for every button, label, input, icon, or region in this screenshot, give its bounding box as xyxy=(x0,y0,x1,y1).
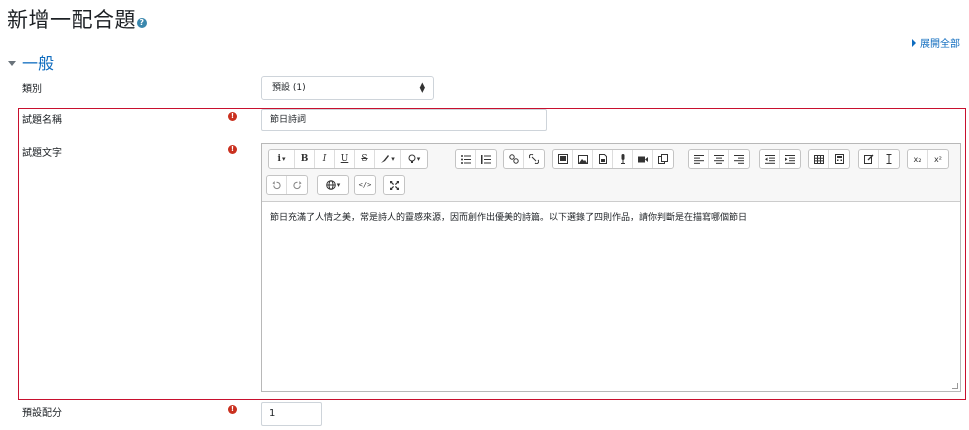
unlink-icon[interactable] xyxy=(524,150,544,168)
section-toggle-general[interactable]: 一般 xyxy=(8,50,54,74)
strikethrough-icon[interactable]: S xyxy=(355,150,375,168)
toolbar-group-indent xyxy=(759,149,801,169)
expand-all-link[interactable]: 展開全部 xyxy=(912,35,960,50)
required-icon: ! xyxy=(228,112,237,121)
question-name-label: 試題名稱 xyxy=(22,115,62,126)
subscript-icon[interactable]: x₂ xyxy=(908,150,928,168)
required-icon: ! xyxy=(228,405,237,414)
language-icon[interactable]: ▾ xyxy=(318,176,348,194)
toolbar-group-script: x₂ x² xyxy=(907,149,949,169)
link-icon[interactable] xyxy=(504,150,524,168)
info-icon[interactable]: i ▾ xyxy=(269,150,295,168)
toolbar-group-language: ▾ xyxy=(317,175,349,195)
toolbar-group-lists xyxy=(455,149,497,169)
record-audio-icon[interactable] xyxy=(613,150,633,168)
file-icon[interactable] xyxy=(593,150,613,168)
required-icon: ! xyxy=(228,145,237,154)
align-center-icon[interactable] xyxy=(709,150,729,168)
question-name-input[interactable]: 節日詩詞 xyxy=(261,109,547,131)
page-title: 新增一配合題? xyxy=(7,4,147,34)
toolbar-group-media xyxy=(552,149,674,169)
italic-icon[interactable]: I xyxy=(315,150,335,168)
select-arrows-icon: ▲ ▼ xyxy=(419,81,425,94)
undo-icon[interactable] xyxy=(267,176,287,194)
calculator-icon[interactable] xyxy=(829,150,849,168)
outdent-icon[interactable] xyxy=(760,150,780,168)
table-icon[interactable] xyxy=(809,150,829,168)
caret-right-icon xyxy=(912,39,916,47)
toolbar-group-misc xyxy=(858,149,900,169)
superscript-icon[interactable]: x² xyxy=(928,150,948,168)
underline-icon[interactable]: U xyxy=(335,150,355,168)
align-left-icon[interactable] xyxy=(689,150,709,168)
resize-handle[interactable] xyxy=(952,383,958,389)
html-icon[interactable]: </> xyxy=(355,176,375,194)
default-mark-label: 預設配分 xyxy=(22,408,62,419)
help-icon[interactable]: ? xyxy=(137,18,147,28)
toolbar-group-style: i ▾ B I U S ▾ ▾ xyxy=(268,149,428,169)
media-manager-icon[interactable] xyxy=(553,150,573,168)
ordered-list-icon[interactable] xyxy=(476,150,496,168)
default-mark-input[interactable]: 1 xyxy=(261,402,322,426)
toolbar-group-history xyxy=(266,175,308,195)
highlight-icon[interactable]: ▾ xyxy=(401,150,427,168)
toolbar-group-align xyxy=(688,149,750,169)
record-video-icon[interactable] xyxy=(633,150,653,168)
bold-icon[interactable]: B xyxy=(295,150,315,168)
redo-icon[interactable] xyxy=(287,176,307,194)
image-icon[interactable] xyxy=(573,150,593,168)
editor-toolbar: i ▾ B I U S ▾ ▾ x₂ x² ▾ </> xyxy=(262,144,960,202)
question-text-editor: i ▾ B I U S ▾ ▾ x₂ x² ▾ </> 節日充滿了人情之美，常是… xyxy=(261,143,961,392)
text-color-icon[interactable]: ▾ xyxy=(375,150,401,168)
unordered-list-icon[interactable] xyxy=(456,150,476,168)
toolbar-group-html: </> xyxy=(354,175,376,195)
clear-format-icon[interactable] xyxy=(859,150,879,168)
manage-files-icon[interactable] xyxy=(653,150,673,168)
category-label: 類別 xyxy=(22,84,42,95)
editor-content[interactable]: 節日充滿了人情之美，常是詩人的靈感來源，因而創作出優美的詩篇。以下選錄了四則作品… xyxy=(262,202,960,391)
chevron-down-icon xyxy=(8,61,16,66)
question-text-label: 試題文字 xyxy=(22,148,62,159)
indent-icon[interactable] xyxy=(780,150,800,168)
align-right-icon[interactable] xyxy=(729,150,749,168)
toolbar-group-insert xyxy=(808,149,850,169)
category-select[interactable]: 預設 (1) ▲ ▼ xyxy=(261,76,434,100)
character-icon[interactable] xyxy=(879,150,899,168)
toolbar-group-links xyxy=(503,149,545,169)
fullscreen-icon[interactable] xyxy=(384,176,404,194)
toolbar-group-fullscreen xyxy=(383,175,405,195)
